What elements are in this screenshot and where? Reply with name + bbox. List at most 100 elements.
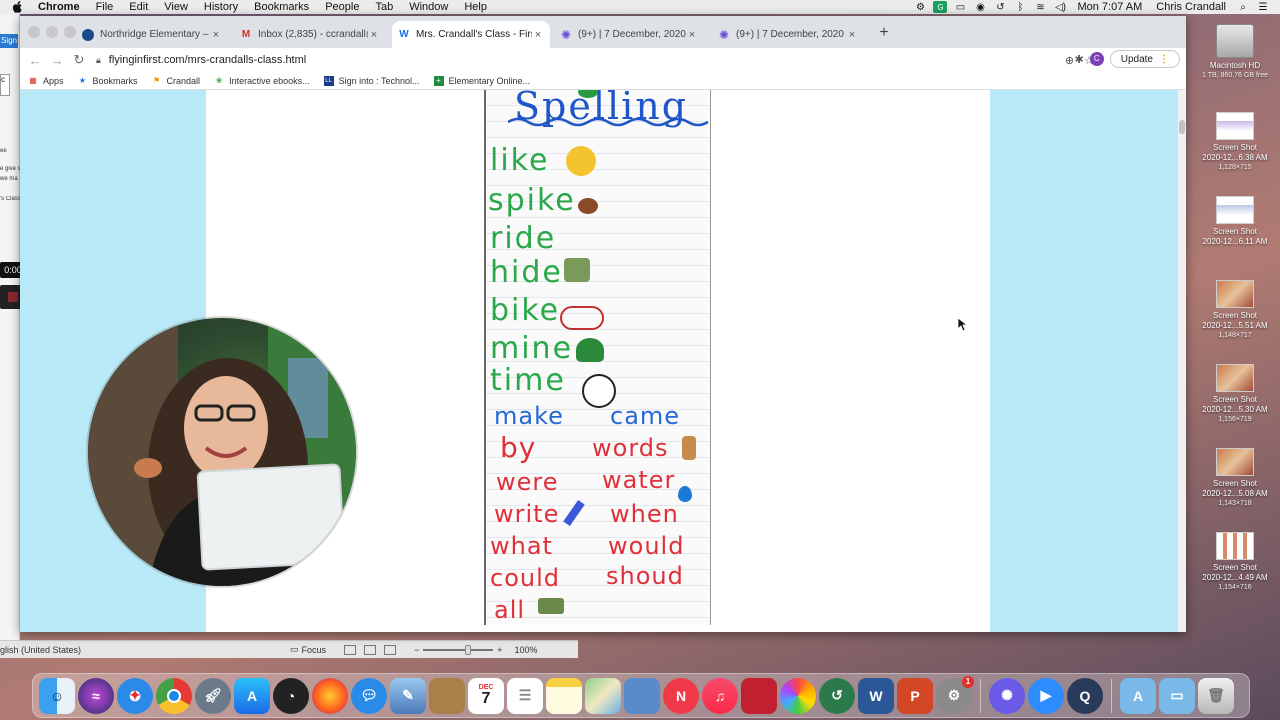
gear-status-icon[interactable]: ⚙ — [913, 1, 927, 13]
applications-folder-icon[interactable]: A — [1120, 677, 1156, 714]
preview-icon[interactable]: ✎ — [390, 677, 426, 714]
menu-edit[interactable]: Edit — [121, 0, 156, 14]
zoom-level[interactable]: 100% — [515, 645, 538, 655]
siri-icon[interactable]: ≈ — [78, 677, 114, 714]
bookmark-apps[interactable]: ▦ Apps — [28, 76, 63, 86]
zoom-slider[interactable] — [423, 644, 494, 655]
desktop-icon-macintosh-hd[interactable]: Macintosh HD 1 TB, 860.76 GB free — [1190, 24, 1280, 81]
new-tab-button[interactable]: + — [876, 24, 892, 42]
launchpad-icon[interactable]: 🚀︎ — [195, 677, 231, 714]
apple-menu-icon[interactable] — [10, 0, 24, 14]
notebook-icon[interactable] — [429, 677, 465, 714]
calendar-icon[interactable]: DEC 7 — [468, 677, 504, 714]
bluetooth-icon[interactable]: ᛒ — [1013, 1, 1027, 13]
menu-user-name[interactable]: Chris Crandall — [1152, 1, 1230, 13]
desktop-icon-screenshot[interactable]: Screen Shot 2020-12...4.49 AM 1,154×716 — [1190, 532, 1280, 593]
tab-december-reading-2[interactable]: ✺ (9+) | 7 December, 2020 - Rea × — [712, 21, 864, 48]
bookmark-elementary-online[interactable]: + Elementary Online... — [433, 75, 530, 86]
airplay-icon[interactable]: ▭ — [953, 1, 967, 13]
desktop-icon-screenshot[interactable]: Screen Shot 2020-12...5.51 AM 1,148×717 — [1190, 280, 1280, 341]
window-zoom-button[interactable] — [64, 26, 76, 38]
time-machine-status-icon[interactable]: ↺ — [993, 1, 1007, 13]
search-icon[interactable]: ⌕ — [1236, 1, 1250, 13]
language-indicator[interactable]: glish (United States) — [0, 645, 290, 655]
menu-window[interactable]: Window — [401, 0, 456, 14]
focus-button[interactable]: ▭ Focus — [290, 644, 340, 655]
web-layout-view-icon[interactable] — [364, 644, 376, 655]
safari-icon[interactable]: ✦ — [117, 677, 153, 714]
reminders-icon[interactable]: ☰ — [507, 677, 543, 714]
webcam-overlay[interactable] — [88, 318, 356, 586]
menu-people[interactable]: People — [317, 0, 367, 14]
grammarly-status-icon[interactable]: G — [933, 1, 948, 13]
firefox-icon[interactable] — [312, 677, 348, 714]
tab-close-icon[interactable]: × — [846, 29, 858, 41]
menu-help[interactable]: Help — [456, 0, 495, 14]
quicktime-icon[interactable]: Q — [1067, 677, 1103, 714]
screencast-icon[interactable]: ✺ — [989, 677, 1025, 714]
maps-icon[interactable] — [585, 677, 621, 714]
menu-bookmarks[interactable]: Bookmarks — [246, 0, 317, 14]
bookmark-interactive-ebooks[interactable]: ❀ Interactive ebooks... — [214, 76, 310, 86]
tab-mrs-crandalls-class[interactable]: W Mrs. Crandall's Class - First Gr × — [392, 21, 550, 48]
wifi-icon[interactable]: ≋ — [1033, 1, 1047, 13]
system-preferences-icon[interactable]: ⚙ 1 — [936, 675, 974, 714]
news-icon[interactable]: N — [663, 677, 699, 714]
tab-close-icon[interactable]: × — [686, 29, 698, 41]
messages-icon[interactable]: 💬︎ — [351, 677, 387, 714]
menu-history[interactable]: History — [196, 0, 246, 14]
bookmark-crandall[interactable]: ⚑ Crandall — [152, 76, 200, 86]
extensions-puzzle-icon[interactable]: ✱ — [1075, 53, 1084, 66]
update-button[interactable]: Update ⋮ — [1109, 50, 1180, 68]
notes-icon[interactable] — [546, 677, 582, 714]
menu-clock[interactable]: Mon 7:07 AM — [1073, 1, 1146, 13]
zoom-icon[interactable]: ▶ — [1028, 677, 1064, 714]
zoom-slider-knob[interactable] — [465, 644, 472, 655]
time-machine-icon[interactable]: ↺ — [819, 677, 855, 714]
profile-avatar[interactable]: C — [1089, 52, 1104, 66]
tab-close-icon[interactable]: × — [368, 29, 380, 41]
forward-arrow-icon[interactable]: → — [46, 53, 68, 68]
chrome-icon[interactable] — [156, 677, 192, 714]
downloads-folder-icon[interactable]: ▭ — [1159, 677, 1195, 714]
menu-view[interactable]: View — [156, 0, 196, 14]
window-close-button[interactable] — [28, 26, 40, 38]
app-store-icon[interactable]: A — [234, 677, 270, 714]
photo-browser-icon[interactable] — [624, 677, 660, 714]
tab-close-icon[interactable]: × — [210, 29, 222, 41]
print-layout-view-icon[interactable] — [344, 644, 356, 655]
window-minimize-button[interactable] — [46, 26, 58, 38]
control-list-icon[interactable]: ☰ — [1256, 1, 1270, 13]
desktop-icon-screenshot[interactable]: Screen Shot 2020-12...5.08 AM 1,143×718 — [1190, 448, 1280, 509]
photo-booth-icon[interactable] — [741, 677, 777, 714]
desktop-icon-screenshot[interactable]: Screen Shot 2020-12...6.11 AM — [1190, 196, 1280, 247]
trash-icon[interactable]: 🗑︎ — [1198, 677, 1234, 714]
lock-icon[interactable]: 🔒︎ — [96, 55, 101, 66]
address-bar[interactable]: 🔒︎ flyinginfirst.com/mrs-crandalls-class… — [92, 50, 1094, 70]
menu-file[interactable]: File — [88, 0, 122, 14]
menu-tab[interactable]: Tab — [367, 0, 401, 14]
outline-view-icon[interactable] — [384, 644, 396, 655]
finder-icon[interactable]: ☺ — [39, 677, 75, 714]
menu-app-name[interactable]: Chrome — [30, 0, 88, 14]
url-text[interactable]: flyinginfirst.com/mrs-crandalls-class.ht… — [109, 54, 306, 66]
tab-december-reading-1[interactable]: ✺ (9+) | 7 December, 2020 - Rea × — [554, 21, 704, 48]
page-scrollbar[interactable] — [1178, 90, 1186, 632]
reload-icon[interactable]: ↻ — [68, 52, 90, 68]
screen-recording-icon[interactable]: ◉ — [973, 1, 987, 13]
dashboard-icon[interactable]: ◔ — [273, 677, 309, 714]
photos-icon[interactable] — [780, 677, 816, 714]
word-icon[interactable]: W — [858, 677, 894, 714]
scrollbar-thumb[interactable] — [1179, 120, 1185, 134]
music-icon[interactable]: ♫ — [702, 677, 738, 714]
desktop-icon-screenshot[interactable]: Screen Shot 2020-12...5.30 AM 1,156×719 — [1190, 364, 1280, 425]
back-arrow-icon[interactable]: ← — [24, 53, 46, 68]
bookmark-bookmarks[interactable]: ★ Bookmarks — [78, 76, 138, 86]
desktop-icon-screenshot[interactable]: Screen Shot 2020-12...6.38 AM 1,128×715 — [1190, 112, 1280, 173]
zoom-in-button[interactable]: + — [497, 645, 502, 655]
zoom-out-button[interactable]: − — [414, 645, 419, 655]
powerpoint-icon[interactable]: P — [897, 677, 933, 714]
volume-icon[interactable]: ◁) — [1053, 1, 1067, 13]
background-app-field[interactable]: c — [0, 74, 10, 96]
sign-in-button[interactable]: Sign — [0, 34, 18, 48]
